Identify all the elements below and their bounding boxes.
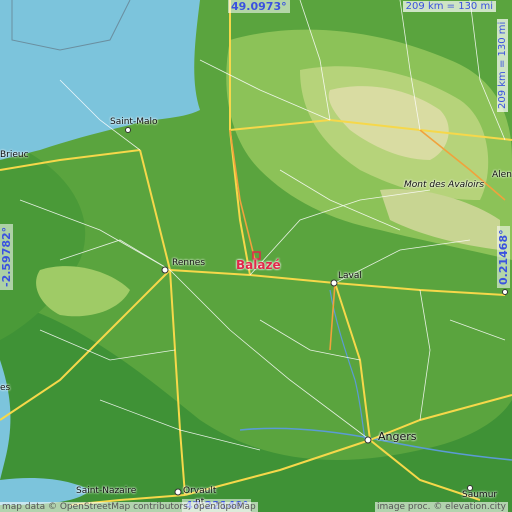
left-longitude-label: -2.59782° [0, 223, 13, 290]
city-label-laval[interactable]: Laval [338, 271, 362, 281]
terrain-layer [0, 0, 512, 512]
map-data-credit: map data © OpenStreetMap contributors, o… [0, 502, 258, 512]
city-label-orvault[interactable]: Orvault [183, 486, 216, 496]
target-label[interactable]: Balazé [236, 258, 281, 272]
right-longitude-label: 0.21468° [497, 226, 510, 288]
city-label-saint-nazaire[interactable]: Saint-Nazaire [76, 486, 136, 496]
city-label-saumur[interactable]: Saumur [462, 490, 497, 500]
city-label-vannes[interactable]: es [0, 383, 10, 393]
city-label-alencon[interactable]: Alen [492, 170, 512, 180]
horizontal-scale-label: 209 km = 130 mi [402, 1, 496, 12]
city-label-saint-malo[interactable]: Saint-Malo [110, 117, 158, 127]
vertical-scale-label: 209 km = 130 mi [497, 18, 508, 112]
image-proc-credit: image proc. © elevation.city [375, 502, 508, 512]
city-label-angers[interactable]: Angers [378, 430, 417, 443]
top-latitude-label: 49.0973° [228, 0, 290, 13]
city-label-rennes[interactable]: Rennes [172, 258, 205, 268]
city-label-mont-des-avaloirs[interactable]: Mont des Avaloirs [404, 180, 484, 190]
map-canvas[interactable]: 49.0973° 47.22149° -2.59782° 0.21468° 20… [0, 0, 512, 512]
city-label-saint-brieuc[interactable]: Brieuc [0, 150, 29, 160]
